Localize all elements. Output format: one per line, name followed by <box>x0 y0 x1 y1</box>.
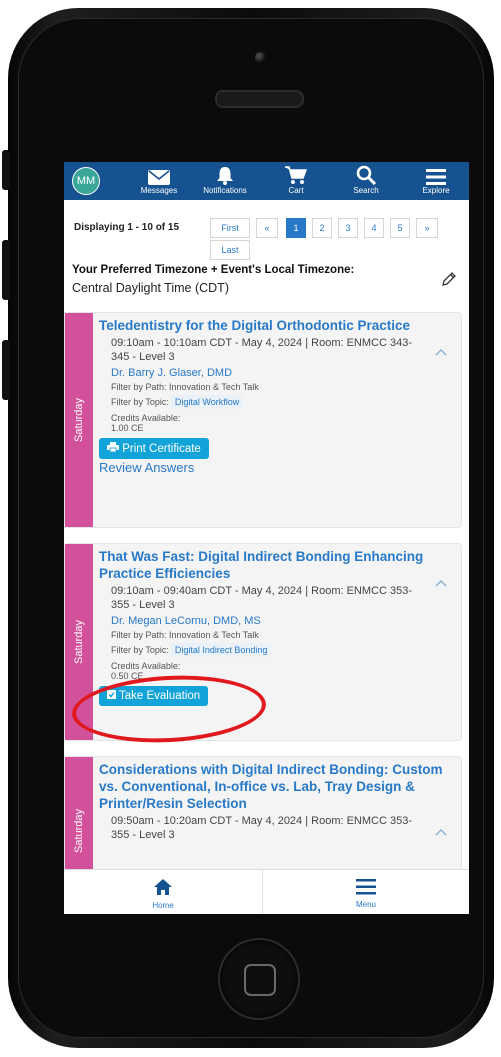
session-title[interactable]: Considerations with Digital Indirect Bon… <box>99 761 457 812</box>
filter-path: Filter by Path: Innovation & Tech Talk <box>111 382 259 392</box>
bottom-nav: Home Menu <box>64 869 469 914</box>
chevron-up-icon[interactable] <box>435 574 447 592</box>
filter-topic: Filter by Topic: Digital Indirect Bonding <box>111 643 457 657</box>
nav-cart[interactable]: Cart <box>276 165 316 195</box>
front-camera <box>255 52 266 63</box>
bottom-nav-home-label: Home <box>152 901 174 910</box>
nav-notifications[interactable]: Notifications <box>192 165 258 195</box>
nav-messages[interactable]: Messages <box>134 165 184 195</box>
pager-page-4[interactable]: 4 <box>364 218 384 238</box>
mute-switch <box>2 150 10 190</box>
home-hardware-button[interactable] <box>218 938 300 1020</box>
pager-next[interactable]: » <box>416 218 438 238</box>
session-title[interactable]: That Was Fast: Digital Indirect Bonding … <box>99 548 457 582</box>
session-card: Saturday Considerations with Digital Ind… <box>64 756 462 870</box>
credits-value: 1.00 CE <box>111 423 144 433</box>
pager-page-1[interactable]: 1 <box>286 218 306 238</box>
timezone-label: Your Preferred Timezone + Event's Local … <box>72 264 355 276</box>
print-certificate-button[interactable]: Print Certificate <box>99 438 209 459</box>
day-strip: Saturday <box>65 757 93 870</box>
chevron-up-icon[interactable] <box>435 343 447 361</box>
session-time-room: 09:10am - 09:40am CDT - May 4, 2024 | Ro… <box>111 585 412 611</box>
top-nav-bar: MM Messages Notifications Cart Search Ex… <box>64 162 469 200</box>
speaker-link[interactable]: Dr. Barry J. Glaser, DMD <box>111 367 457 379</box>
speaker-link[interactable]: Dr. Megan LeCornu, DMD, MS <box>111 615 457 627</box>
filter-topic-label: Filter by Topic: <box>111 645 169 655</box>
day-label: Saturday <box>73 397 85 443</box>
pager-first[interactable]: First <box>210 218 250 238</box>
session-card: Saturday Teledentistry for the Digital O… <box>64 312 462 528</box>
user-avatar[interactable]: MM <box>72 167 100 195</box>
nav-search-label: Search <box>353 186 379 195</box>
bottom-nav-menu[interactable]: Menu <box>263 870 469 914</box>
filter-path: Filter by Path: Innovation & Tech Talk <box>111 630 259 640</box>
nav-notifications-label: Notifications <box>203 186 247 195</box>
earpiece-speaker <box>215 90 304 108</box>
day-strip: Saturday <box>65 313 93 527</box>
topic-tag[interactable]: Digital Indirect Bonding <box>170 643 272 657</box>
filter-topic-label: Filter by Topic: <box>111 397 169 407</box>
envelope-icon <box>134 165 184 185</box>
bottom-nav-menu-label: Menu <box>355 900 376 909</box>
results-count: Displaying 1 - 10 of 15 <box>74 222 180 233</box>
session-time-room: 09:10am - 10:10am CDT - May 4, 2024 | Ro… <box>111 337 412 363</box>
pager-prev[interactable]: « <box>256 218 278 238</box>
pager-page-5[interactable]: 5 <box>390 218 410 238</box>
print-certificate-label: Print Certificate <box>122 443 201 455</box>
topic-tag[interactable]: Digital Workflow <box>170 395 244 409</box>
hamburger-icon <box>414 165 458 185</box>
home-icon <box>64 878 262 901</box>
filter-topic: Filter by Topic: Digital Workflow <box>111 395 457 409</box>
session-time-room: 09:50am - 10:20am CDT - May 4, 2024 | Ro… <box>111 815 412 841</box>
bottom-nav-home[interactable]: Home <box>64 870 263 914</box>
app-screen: MM Messages Notifications Cart Search Ex… <box>64 162 469 914</box>
day-label: Saturday <box>73 619 85 665</box>
nav-messages-label: Messages <box>140 186 178 195</box>
search-icon <box>346 165 386 185</box>
credits-label: Credits Available: <box>111 413 181 423</box>
nav-explore[interactable]: Explore <box>414 165 458 195</box>
content-area: Displaying 1 - 10 of 15 First « 1 2 3 4 … <box>64 200 469 870</box>
nav-explore-label: Explore <box>422 186 450 195</box>
pager-last[interactable]: Last <box>210 240 250 260</box>
pager-page-3[interactable]: 3 <box>338 218 358 238</box>
bell-icon <box>192 165 258 185</box>
review-answers-link[interactable]: Review Answers <box>99 460 457 475</box>
printer-icon <box>107 442 119 453</box>
pager-page-2[interactable]: 2 <box>312 218 332 238</box>
chevron-up-icon[interactable] <box>435 823 447 841</box>
pencil-icon[interactable] <box>441 271 457 292</box>
hamburger-icon <box>263 878 469 900</box>
credits-label: Credits Available: <box>111 661 181 671</box>
volume-up-button <box>2 240 10 300</box>
session-title[interactable]: Teledentistry for the Digital Orthodonti… <box>99 317 457 334</box>
day-label: Saturday <box>73 808 85 854</box>
nav-search[interactable]: Search <box>346 165 386 195</box>
nav-cart-label: Cart <box>288 186 304 195</box>
timezone-value: Central Daylight Time (CDT) <box>72 281 229 295</box>
cart-icon <box>276 165 316 185</box>
volume-down-button <box>2 340 10 400</box>
